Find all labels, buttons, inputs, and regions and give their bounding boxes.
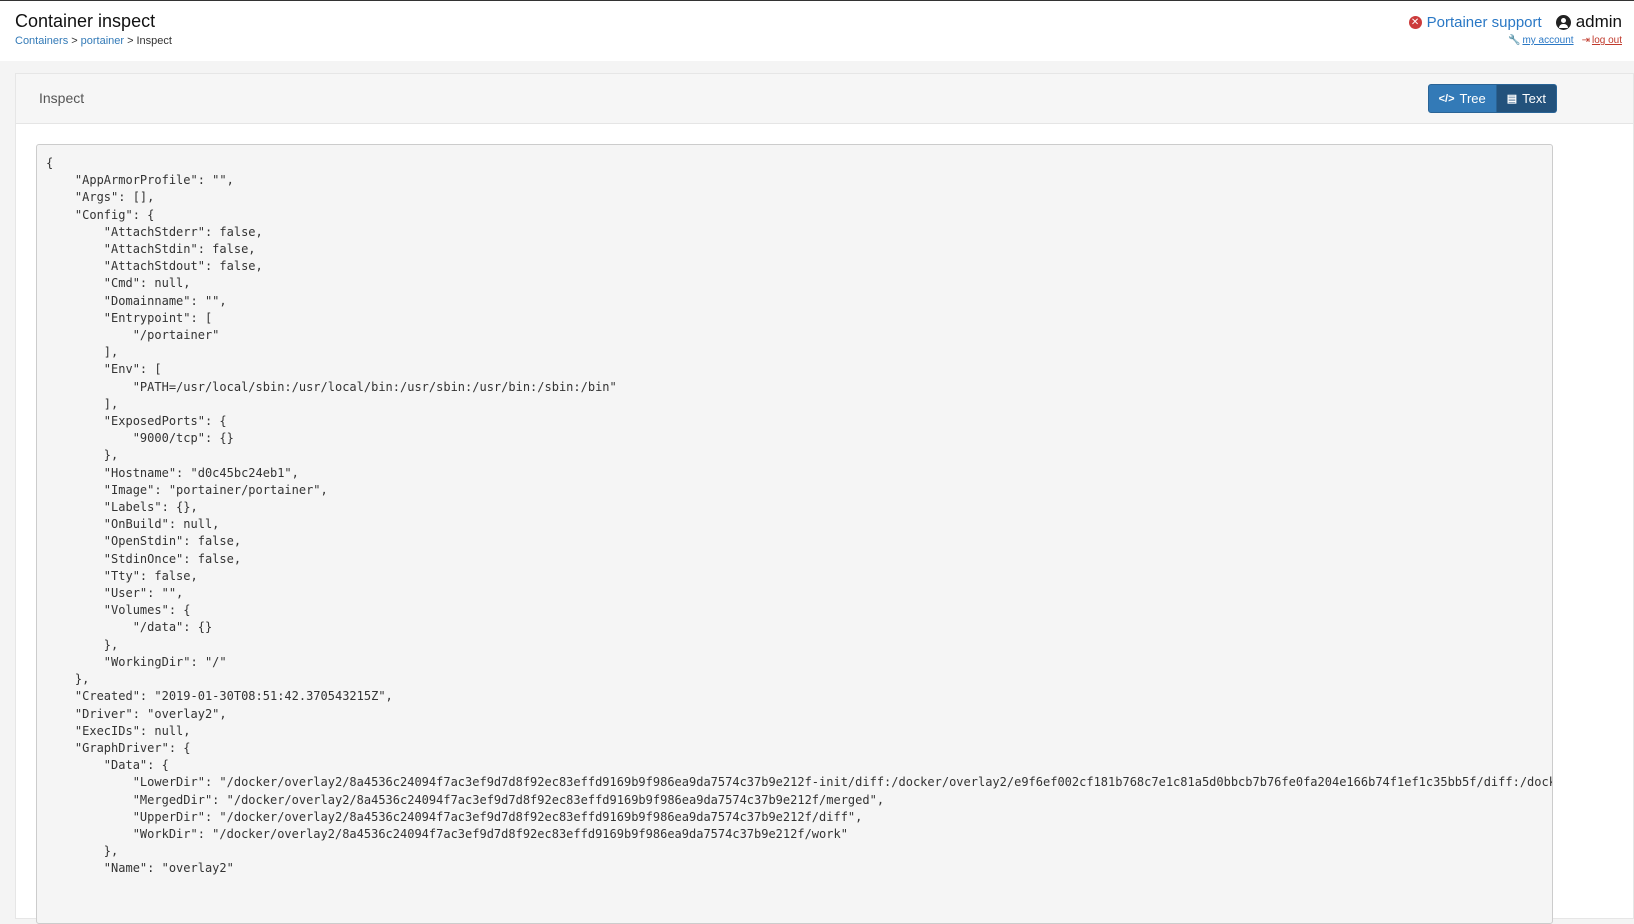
code-icon: </>	[1438, 92, 1455, 105]
breadcrumb-separator: >	[127, 35, 134, 47]
inspect-json-box[interactable]: { "AppArmorProfile": "", "Args": [], "Co…	[36, 144, 1553, 924]
inspect-panel: Inspect </> Tree ▤ Text { "AppArmorProfi…	[15, 73, 1634, 924]
text-view-button[interactable]: ▤ Text	[1496, 84, 1557, 113]
breadcrumb-containers[interactable]: Containers	[15, 35, 68, 47]
logout-link[interactable]: ⇥ log out	[1582, 35, 1622, 46]
sign-out-icon: ⇥	[1581, 35, 1590, 46]
portainer-support-link[interactable]: ✕ Portainer support	[1408, 13, 1542, 31]
top-header: Container inspect Containers > portainer > I…	[0, 0, 1634, 61]
support-label: Portainer support	[1426, 13, 1542, 31]
text-button-label: Text	[1522, 91, 1546, 106]
tree-view-button[interactable]: </> Tree	[1427, 84, 1497, 113]
my-account-label: my account	[1522, 35, 1574, 46]
panel-title: Inspect	[39, 90, 85, 106]
username: admin	[1575, 12, 1622, 31]
breadcrumb-separator: >	[71, 35, 78, 47]
file-text-icon: ▤	[1506, 93, 1518, 105]
wrench-icon: 🔧	[1507, 35, 1521, 46]
support-icon: ✕	[1408, 15, 1422, 29]
breadcrumb: Containers > portainer > Inspect	[15, 35, 172, 47]
breadcrumb-inspect: Inspect	[136, 35, 172, 47]
tree-button-label: Tree	[1459, 91, 1486, 106]
page-title: Container inspect	[15, 11, 156, 31]
user-menu: admin	[1555, 12, 1622, 32]
breadcrumb-portainer[interactable]: portainer	[81, 35, 124, 47]
panel-header: Inspect </> Tree ▤ Text	[16, 74, 1633, 124]
view-toggle-group: </> Tree ▤ Text	[1427, 84, 1557, 113]
inspect-json-text[interactable]: { "AppArmorProfile": "", "Args": [], "Co…	[37, 145, 1552, 888]
my-account-link[interactable]: 🔧 my account	[1508, 35, 1574, 46]
user-area: ✕ Portainer support admin 🔧 my account ⇥ l…	[1408, 12, 1622, 46]
logout-label: log out	[1591, 35, 1622, 46]
user-circle-icon	[1555, 14, 1571, 30]
